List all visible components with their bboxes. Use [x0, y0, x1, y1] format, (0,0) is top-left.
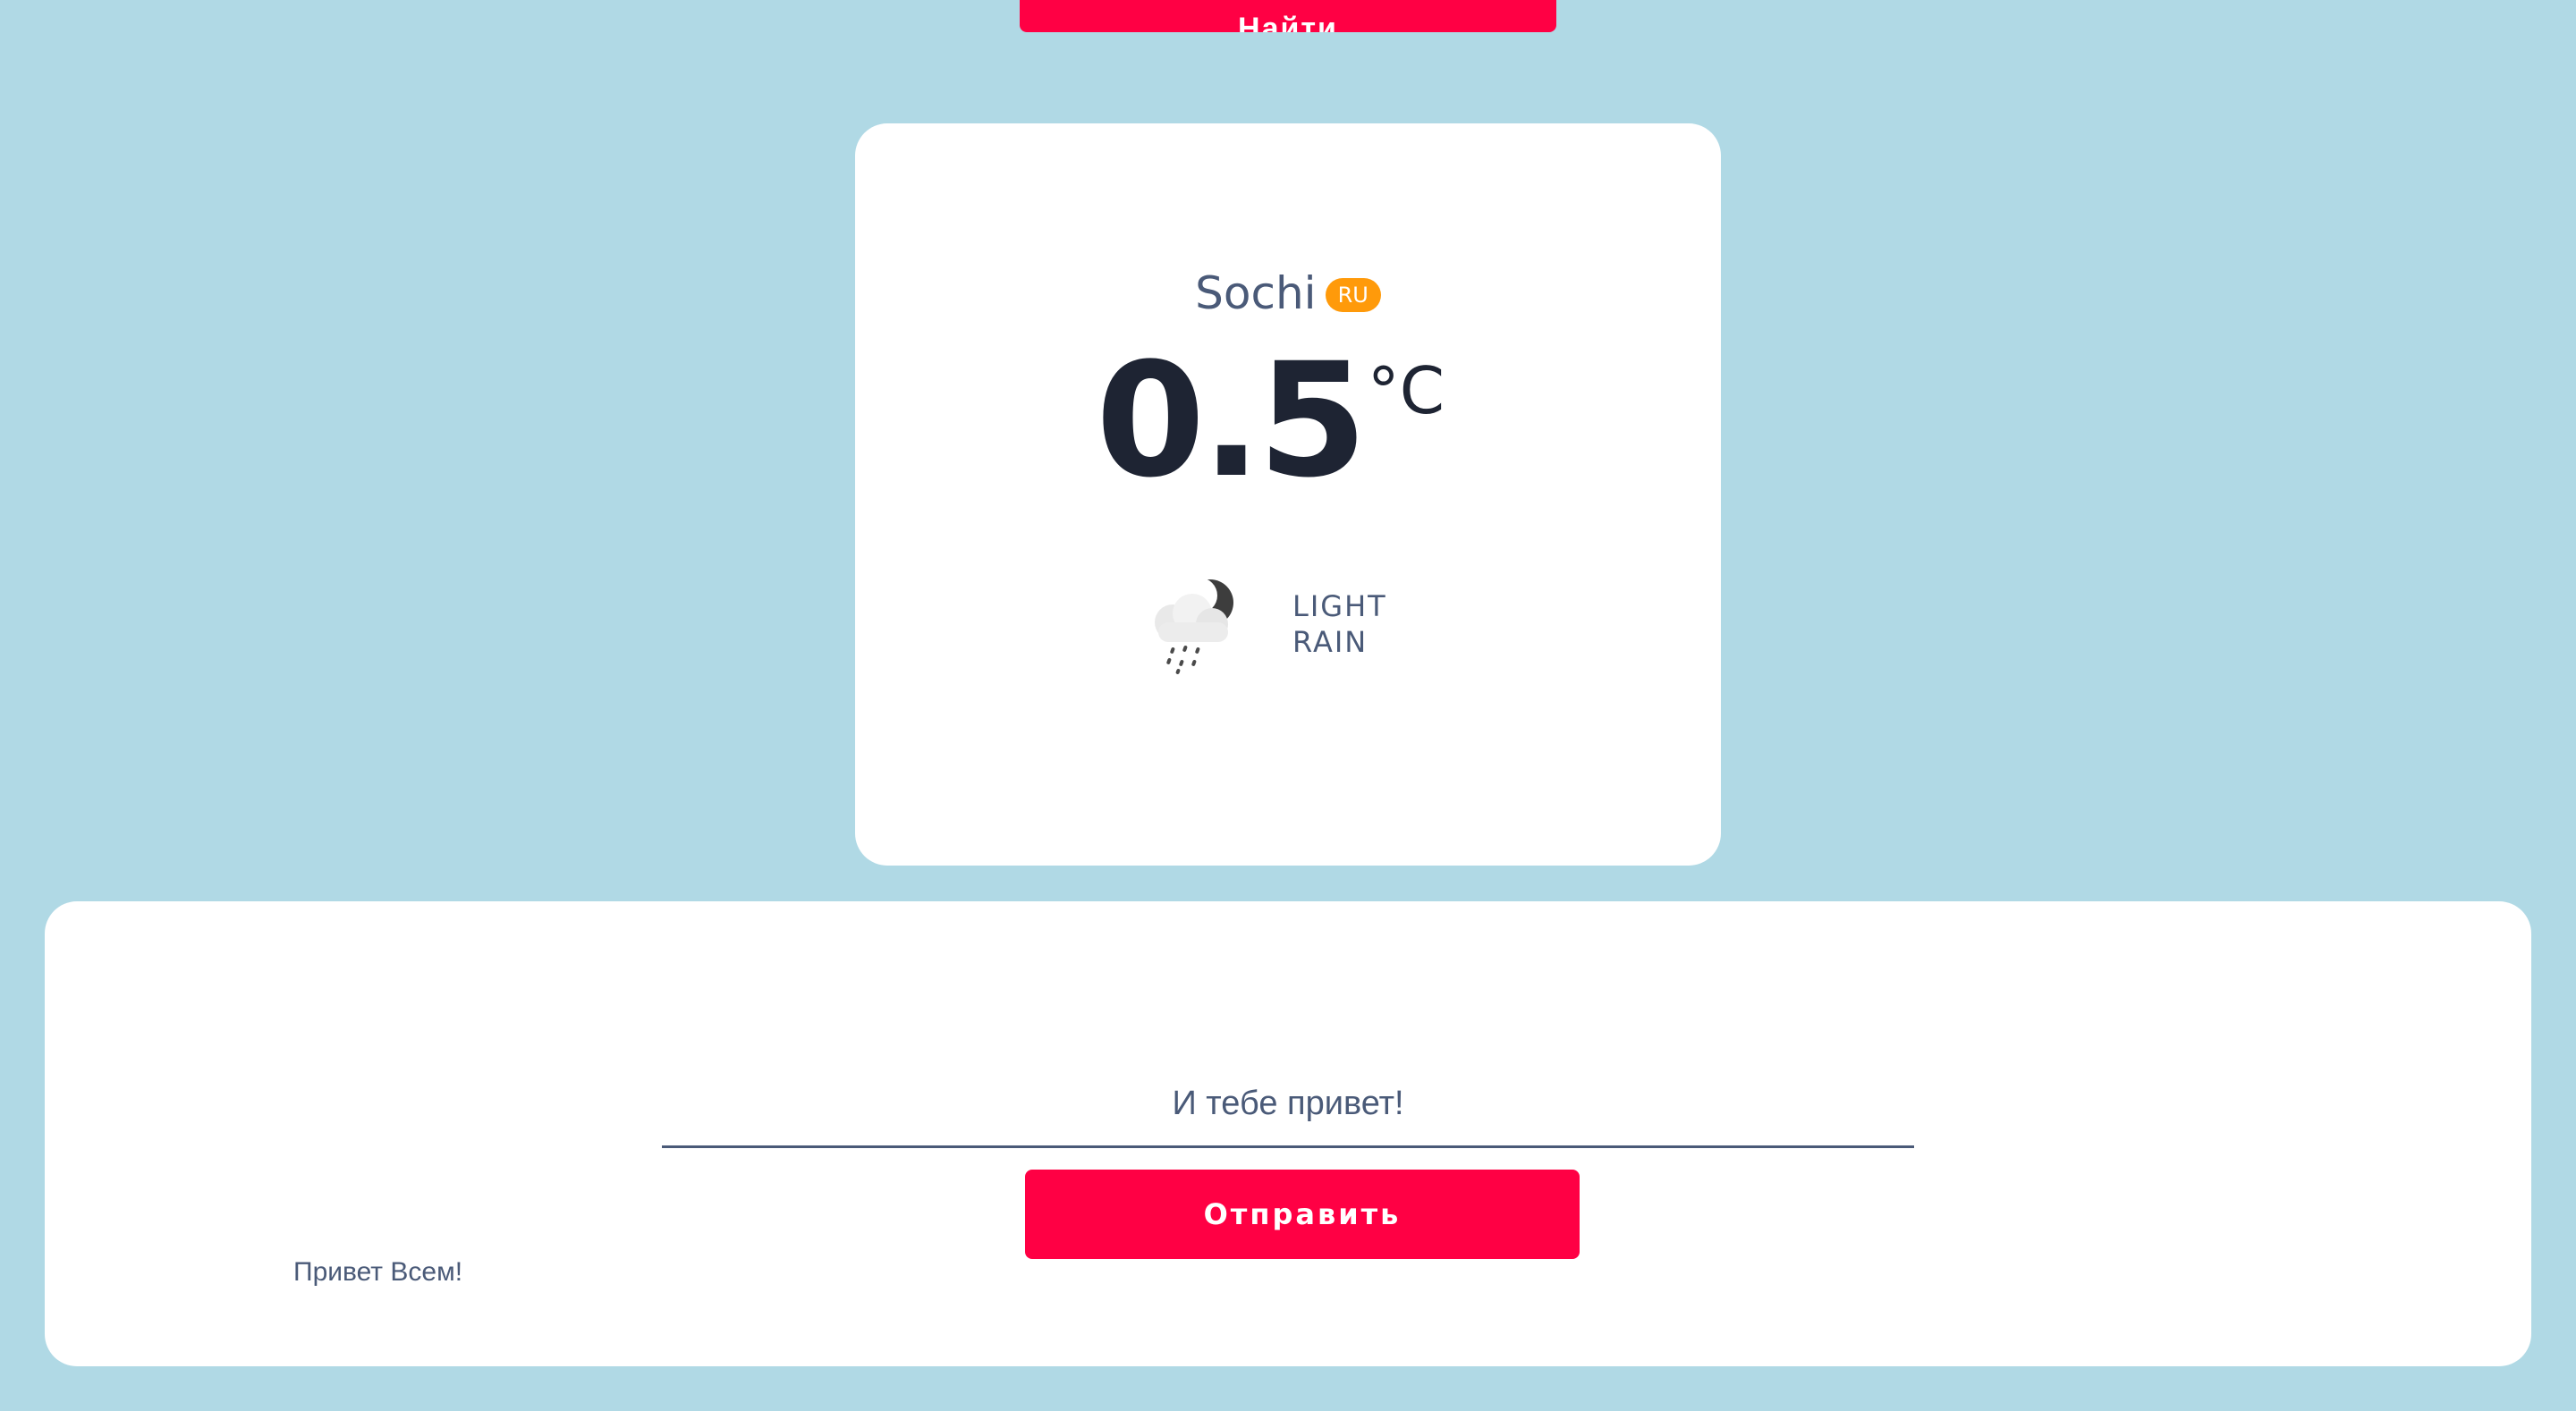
search-button[interactable]: Найти — [1020, 0, 1556, 32]
send-button[interactable]: Отправить — [1025, 1170, 1580, 1259]
chat-message: Привет Всем! — [293, 1257, 463, 1287]
light-rain-night-icon — [1155, 578, 1233, 674]
condition-row: LIGHT RAIN — [855, 570, 1721, 678]
message-input[interactable] — [662, 1062, 1914, 1148]
condition-text: LIGHT RAIN — [1292, 588, 1391, 660]
city-name: Sochi — [1195, 267, 1317, 319]
search-button-label: Найти — [1238, 12, 1338, 32]
weather-card: Sochi RU 0.5 °C LIGHT RAIN — [855, 123, 1721, 866]
temperature-value: 0.5 — [1095, 329, 1368, 512]
country-badge: RU — [1325, 278, 1381, 312]
page: Найти Sochi RU 0.5 °C LIGHT RAIN И тебе … — [0, 0, 2576, 1411]
chat-card: Отправить Привет Всем! — [45, 901, 2531, 1366]
location-row: Sochi RU — [855, 262, 1721, 325]
temperature-unit: °C — [1367, 353, 1445, 428]
condition-line-2: RAIN — [1292, 625, 1368, 659]
temperature-row: 0.5 °C — [855, 342, 1721, 503]
condition-line-1: LIGHT — [1292, 589, 1387, 623]
